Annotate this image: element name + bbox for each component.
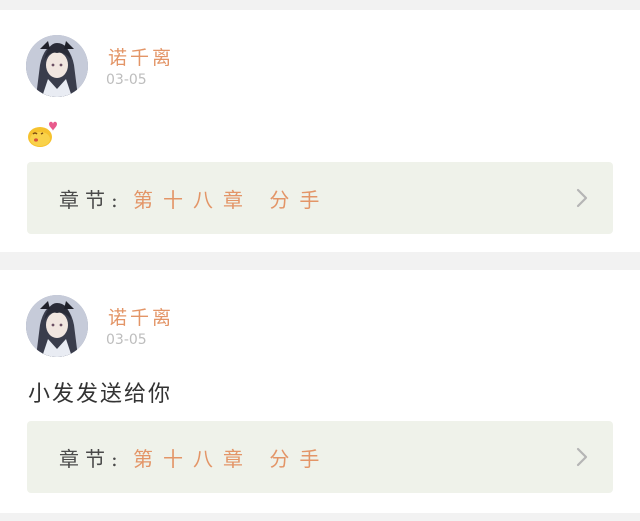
avatar[interactable] bbox=[26, 295, 88, 357]
username[interactable]: 诺千离 bbox=[108, 303, 174, 330]
avatar-image bbox=[26, 295, 88, 357]
chapter-link[interactable]: 章节: 第十八章 分手 bbox=[27, 421, 613, 493]
comment-card: 诺千离 03-05 章节: 第十八章 分手 bbox=[0, 10, 640, 252]
comment-date: 03-05 bbox=[106, 332, 147, 348]
chevron-right-icon bbox=[576, 188, 588, 208]
kiss-heart-emoji-icon bbox=[27, 117, 59, 149]
chapter-label: 章节: bbox=[59, 188, 124, 212]
comment-card: 诺千离 03-05 小发发送给你 章节: 第十八章 分手 bbox=[0, 270, 640, 513]
comment-date: 03-05 bbox=[106, 72, 147, 88]
chapter-link[interactable]: 章节: 第十八章 分手 bbox=[27, 162, 613, 234]
chapter-title: 第十八章 分手 bbox=[133, 447, 330, 471]
avatar-image bbox=[26, 35, 88, 97]
avatar[interactable] bbox=[26, 35, 88, 97]
comment-text: 小发发送给你 bbox=[28, 382, 173, 407]
chevron-right-icon bbox=[576, 447, 588, 467]
username[interactable]: 诺千离 bbox=[108, 43, 174, 70]
comment-feed: 诺千离 03-05 章节: 第十八章 分手 诺千离 03-05 小发发送给你 章… bbox=[0, 0, 640, 521]
chapter-title: 第十八章 分手 bbox=[133, 188, 330, 212]
chapter-label: 章节: bbox=[59, 447, 124, 471]
